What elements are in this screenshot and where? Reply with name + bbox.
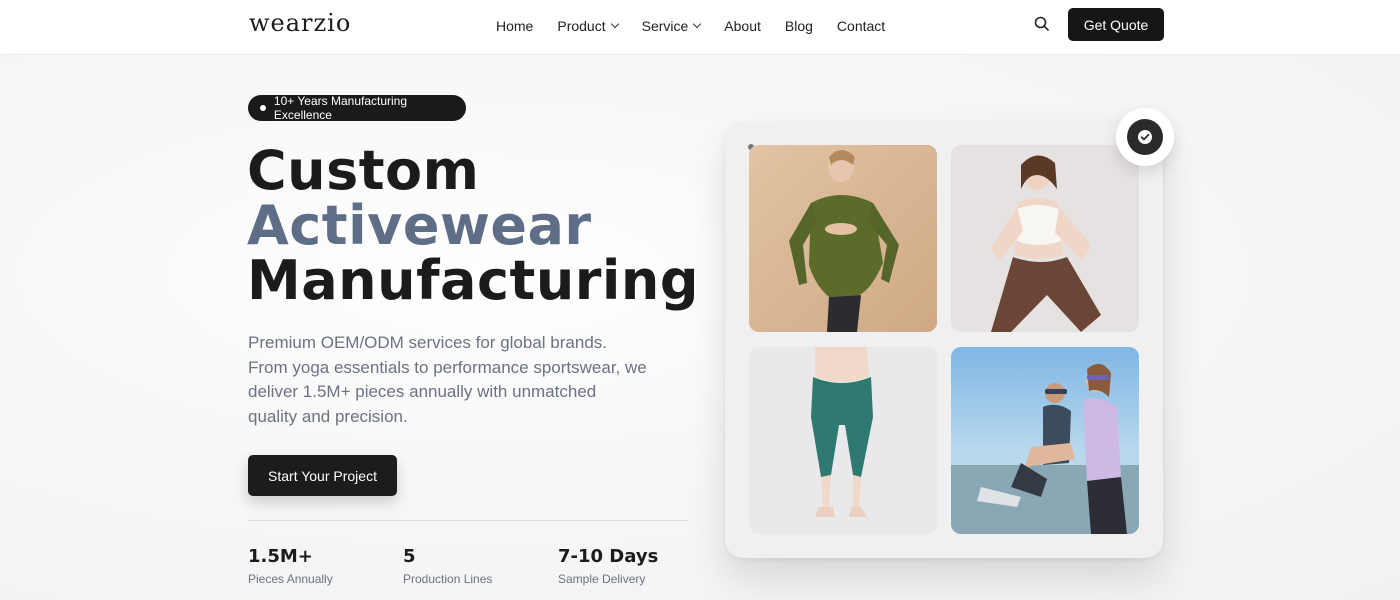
stat-label: Pieces Annually: [248, 572, 333, 586]
nav-item-home[interactable]: Home: [496, 18, 533, 34]
nav-item-about[interactable]: About: [724, 18, 761, 34]
nav-item-service[interactable]: Service: [641, 18, 702, 34]
headline-line-3: Manufacturing: [247, 249, 699, 312]
stat-sample-delivery: 7-10 Days Sample Delivery: [558, 546, 658, 586]
stat-pieces-annually: 1.5M+ Pieces Annually: [248, 546, 333, 586]
stat-value: 5: [403, 546, 416, 567]
nav-item-contact[interactable]: Contact: [837, 18, 885, 34]
bullet-dot-icon: [260, 105, 266, 111]
photo-couple-stretch: [951, 347, 1139, 534]
experience-badge: 10+ Years Manufacturing Excellence: [248, 94, 466, 122]
stat-production-lines: 5 Production Lines: [403, 546, 492, 586]
brand-logo[interactable]: wearzio: [249, 9, 351, 37]
nav-item-label: About: [724, 18, 761, 34]
nav-item-blog[interactable]: Blog: [785, 18, 813, 34]
nav-item-label: Blog: [784, 18, 813, 34]
hero-description: Premium OEM/ODM services for global bran…: [248, 333, 647, 426]
stat-value: 1.5M+: [248, 546, 313, 567]
hero-headline: Custom Activewear Manufacturing: [247, 143, 699, 308]
chevron-down-icon: [610, 19, 619, 29]
divider: [248, 520, 688, 521]
nav-item-label: Home: [496, 18, 534, 34]
get-quote-button[interactable]: Get Quote: [1068, 8, 1164, 41]
product-gallery-card: [725, 122, 1163, 558]
headline-line-1: Custom: [247, 139, 480, 202]
nav-item-label: Contact: [836, 18, 886, 34]
search-icon[interactable]: [1033, 15, 1051, 33]
experience-badge-text: 10+ Years Manufacturing Excellence: [273, 94, 408, 122]
hero-section: [0, 55, 1400, 600]
stat-value: 7-10 Days: [558, 546, 659, 567]
photo-green-top: [749, 145, 937, 332]
photo-white-bra: [951, 145, 1139, 332]
nav-item-label: Product: [557, 18, 606, 34]
site-header: wearzio Home Product Service About Blog …: [0, 0, 1400, 55]
nav-item-product[interactable]: Product: [557, 18, 619, 34]
photo-teal-leggings: [749, 347, 937, 534]
stat-label: Sample Delivery: [558, 572, 646, 586]
headline-line-2: Activewear: [247, 194, 592, 257]
stat-label: Production Lines: [403, 572, 493, 586]
check-circle-icon: [1127, 119, 1163, 155]
nav-item-label: Service: [641, 18, 689, 34]
start-project-button[interactable]: Start Your Project: [248, 455, 397, 496]
verified-badge: [1116, 108, 1174, 166]
main-nav: Home Product Service About Blog Contact: [496, 16, 885, 36]
chevron-down-icon: [693, 19, 702, 29]
